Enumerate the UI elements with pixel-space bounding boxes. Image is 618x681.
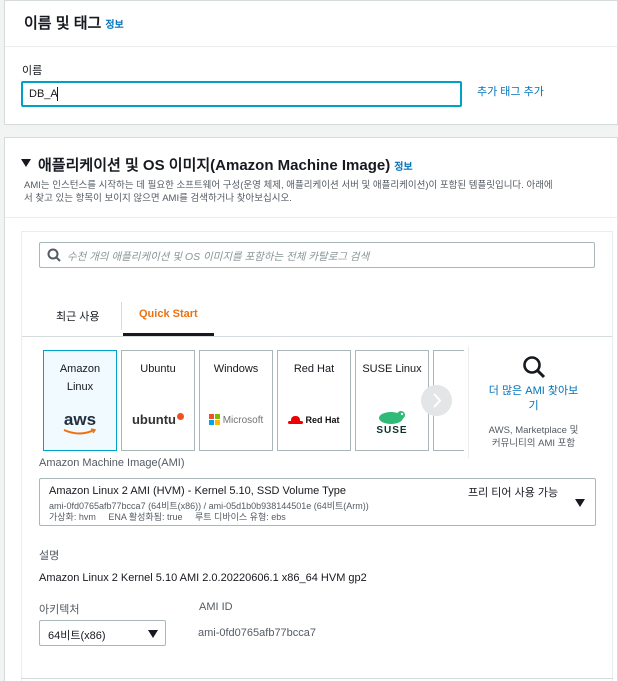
red-hat-logo-text: Red Hat — [305, 415, 340, 426]
ubuntu-logo-text: ubuntu — [131, 412, 177, 427]
catalog-box-bottom — [21, 678, 613, 679]
name-and-tags-panel: 이름 및 태그 정보 이름 DB_A 추가 태그 추가 — [4, 0, 618, 125]
text-caret — [57, 87, 58, 101]
name-section-header: 이름 및 태그 정보 — [5, 1, 617, 47]
name-section-title: 이름 및 태그 — [24, 15, 102, 32]
ami-panel: 애플리케이션 및 OS 이미지(Amazon Machine Image) 정보 … — [4, 137, 618, 681]
add-tag-link[interactable]: 추가 태그 추가 — [477, 83, 544, 99]
name-input-value: DB_A — [29, 88, 58, 100]
tab-quick-start[interactable]: Quick Start — [139, 308, 198, 320]
browse-search-icon — [522, 355, 546, 379]
tile-name: Linux — [66, 381, 94, 393]
collapse-caret-icon[interactable] — [21, 159, 31, 167]
ami-catalog-box: 수천 개의 애플리케이션 및 OS 이미지를 포함하는 전체 카탈로그 검색 최… — [21, 231, 613, 681]
browse-more-text: 더 많은 AMI 찾아보 — [488, 385, 579, 397]
search-icon — [47, 248, 61, 262]
microsoft-logo-icon: Microsoft — [200, 414, 272, 426]
microsoft-logo-text: Microsoft — [222, 414, 264, 426]
architecture-label: 아키텍처 — [39, 604, 80, 616]
tab-divider — [121, 302, 122, 330]
ami-tile-amazon-linux[interactable]: Amazon Linux aws — [43, 350, 117, 451]
dropdown-caret-icon — [148, 630, 158, 638]
ami-tile-ubuntu[interactable]: Ubuntu ubuntu — [121, 350, 195, 451]
ami-description-line-2: 서 찾고 있는 항목이 보이지 않으면 AMI를 검색하거나 찾아보십시오. — [24, 193, 292, 204]
name-input[interactable]: DB_A — [21, 81, 462, 107]
tile-name: Ubuntu — [140, 363, 176, 375]
tile-name: Amazon — [59, 363, 101, 375]
ami-search-input[interactable]: 수천 개의 애플리케이션 및 OS 이미지를 포함하는 전체 카탈로그 검색 — [39, 242, 595, 268]
tile-name: Red Hat — [293, 363, 335, 375]
ami-id-value: ami-0fd0765afb77bcca7 — [198, 627, 317, 639]
name-label: 이름 — [22, 65, 43, 77]
name-section-info-link[interactable]: 정보 — [105, 20, 123, 31]
browse-more-text: 기 — [528, 400, 539, 412]
browse-sub-text: 커뮤니티의 AMI 포함 — [491, 438, 576, 449]
red-hat-logo-icon: Red Hat — [278, 414, 350, 426]
selected-ami-name: Amazon Linux 2 AMI (HVM) - Kernel 5.10, … — [49, 485, 346, 497]
ubuntu-logo-icon: ubuntu — [122, 412, 194, 427]
tile-name: Windows — [213, 363, 259, 375]
architecture-value: 64비트(x86) — [48, 630, 106, 642]
browse-more-link[interactable]: 더 많은 AMI 찾아보기 — [478, 384, 589, 414]
ami-section-info-link[interactable]: 정보 — [394, 162, 412, 173]
aws-logo-icon: aws — [44, 410, 116, 436]
selected-ami-meta: 가상화: hvm ENA 활성화됨: true 루트 디바이스 유형: ebs — [49, 512, 286, 522]
browse-separator — [468, 346, 469, 458]
ami-select[interactable]: Amazon Linux 2 AMI (HVM) - Kernel 5.10, … — [39, 478, 596, 526]
free-tier-badge: 프리 티어 사용 가능 — [468, 487, 559, 499]
aws-logo-text: aws — [63, 410, 97, 429]
ami-tile-suse-linux[interactable]: SUSE Linux SUSE — [355, 350, 429, 451]
description-label: 설명 — [39, 550, 60, 562]
tile-name: SUSE Linux — [362, 363, 422, 375]
suse-logo-icon: SUSE — [356, 408, 428, 436]
ami-select-label: Amazon Machine Image(AMI) — [39, 457, 185, 469]
ami-section-header: 애플리케이션 및 OS 이미지(Amazon Machine Image) 정보 … — [5, 138, 617, 218]
browse-sub-text: AWS, Marketplace 및 — [488, 425, 579, 436]
description-value: Amazon Linux 2 Kernel 5.10 AMI 2.0.20220… — [39, 572, 367, 584]
ami-id-label: AMI ID — [199, 601, 233, 613]
tab-recent[interactable]: 최근 사용 — [56, 308, 100, 324]
ami-section-title: 애플리케이션 및 OS 이미지(Amazon Machine Image) — [38, 157, 391, 174]
ami-tile-red-hat[interactable]: Red Hat Red Hat — [277, 350, 351, 451]
ami-description-line-1: AMI는 인스턴스를 시작하는 데 필요한 소프트웨어 구성(운영 체제, 애플… — [24, 180, 553, 191]
tab-bar: 최근 사용 Quick Start — [22, 295, 612, 337]
architecture-select[interactable]: 64비트(x86) — [39, 620, 166, 646]
carousel-next-button[interactable] — [421, 385, 452, 416]
ami-tile-windows[interactable]: Windows Microsoft — [199, 350, 273, 451]
dropdown-caret-icon — [575, 499, 585, 507]
browse-more-amis[interactable]: 더 많은 AMI 찾아보기 AWS, Marketplace 및커뮤니티의 AM… — [478, 350, 589, 460]
tab-active-indicator — [123, 333, 214, 336]
search-placeholder: 수천 개의 애플리케이션 및 OS 이미지를 포함하는 전체 카탈로그 검색 — [67, 251, 370, 263]
suse-logo-text: SUSE — [376, 425, 408, 436]
